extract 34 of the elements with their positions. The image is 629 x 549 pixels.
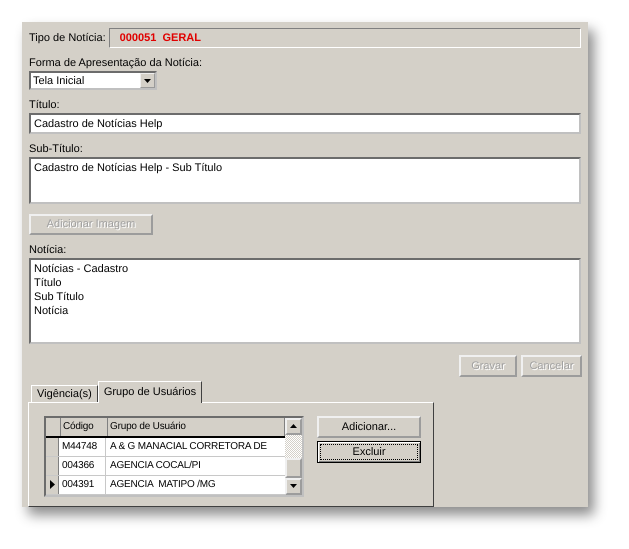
table-cell: 004391 — [59, 476, 106, 494]
titulo-label: Título: — [29, 99, 60, 112]
column-header[interactable]: Código — [61, 418, 108, 436]
current-row-icon — [50, 480, 54, 490]
table-cell: M44748 — [59, 438, 106, 456]
grid-button[interactable]: Adicionar... — [317, 416, 421, 438]
text-line: Notícia — [34, 304, 70, 318]
vertical-scrollbar[interactable] — [285, 418, 302, 495]
grid-button[interactable]: Excluir — [317, 440, 421, 463]
table-cell-text: AGENCIA MATIPO /MG — [109, 478, 216, 492]
titulo-field[interactable]: Cadastro de Notícias Help — [29, 113, 581, 134]
table-cell: 004366 — [59, 456, 106, 475]
noticia-field[interactable]: Notícias - Cadastro Título Sub Título Notícia — [29, 258, 581, 344]
forma-dropdown[interactable]: Tela Inicial — [29, 71, 157, 90]
tipo-label: Tipo de Notícia: — [29, 32, 106, 44]
subtitulo-field[interactable]: Cadastro de Notícias Help - Sub Título — [29, 157, 581, 204]
text-line: Título — [34, 276, 63, 290]
table-cell-text: AGENCIA COCAL/PI — [109, 458, 202, 473]
text-line: Notícias - Cadastro — [34, 262, 130, 276]
row-indicator[interactable] — [46, 476, 59, 494]
table-cell-text: A & G MANACIAL CORRETORA DE — [109, 440, 268, 454]
column-header[interactable]: Grupo de Usuário — [108, 418, 285, 436]
tab[interactable]: Grupo de Usuários — [98, 380, 202, 403]
subtitulo-label: Sub-Título: — [29, 143, 83, 156]
forma-label: Forma de Apresentação da Notícia: — [29, 57, 202, 70]
tipo-value: 000051 GERAL — [108, 28, 581, 48]
row-indicator-header — [46, 418, 61, 436]
dropdown-arrow-icon — [144, 78, 151, 82]
noticia-label: Notícia: — [29, 244, 66, 258]
tab[interactable]: Vigência(s) — [31, 384, 98, 402]
scroll-up-icon — [290, 424, 297, 428]
scroll-down-icon — [290, 484, 297, 488]
text-line: Sub Título — [34, 290, 85, 304]
row-indicator[interactable] — [46, 438, 59, 456]
